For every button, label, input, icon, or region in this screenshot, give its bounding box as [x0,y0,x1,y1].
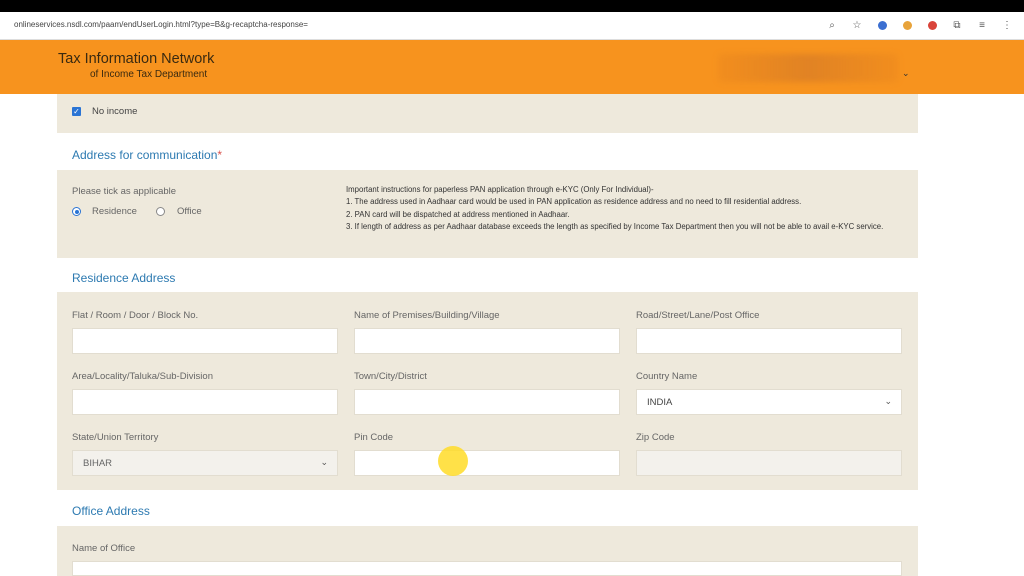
extension-icon[interactable] [900,18,914,32]
zip-label: Zip Code [636,432,675,443]
road-input[interactable] [636,328,902,354]
site-header: Tax Information Network of Income Tax De… [0,40,1024,94]
area-input[interactable] [72,389,338,415]
country-label: Country Name [636,371,698,382]
pin-label: Pin Code [354,432,394,443]
browser-toolbar-icons: ⌕ ☆ ⧉ ≡ ⋮ [825,18,1014,32]
instruction-line: 2. PAN card will be dispatched at addres… [346,209,570,219]
residence-radio[interactable] [72,207,81,216]
flat-input[interactable] [72,328,338,354]
ekyc-instructions: Important instructions for paperless PAN… [346,184,906,234]
town-input[interactable] [354,389,620,415]
state-select[interactable]: BIHAR ⌄ [72,450,338,476]
country-select[interactable]: INDIA ⌄ [636,389,902,415]
screen-top-bar [0,0,1024,12]
chevron-down-icon: ⌄ [320,457,328,467]
residence-radio-label: Residence [92,206,137,217]
office-radio[interactable] [156,207,165,216]
office-name-label: Name of Office [72,543,136,554]
extension-icon[interactable] [875,18,889,32]
extensions-puzzle-icon[interactable]: ⧉ [950,18,964,32]
address-bar[interactable]: onlineservices.nsdl.com/paam/endUserLogi… [14,20,308,29]
cursor-highlight [438,446,468,476]
brand-title: Tax Information Network [58,51,215,67]
extension-icon[interactable] [925,18,939,32]
premises-input[interactable] [354,328,620,354]
communication-section-title: Address for communication* [72,148,223,162]
residence-section-title: Residence Address [72,271,176,285]
profile-icon[interactable]: ≡ [975,18,989,32]
no-income-checkbox[interactable]: ✓ [72,107,81,116]
browser-toolbar: onlineservices.nsdl.com/paam/endUserLogi… [0,12,1024,40]
zoom-icon[interactable]: ⌕ [825,18,839,32]
user-menu-blurred[interactable] [718,54,898,82]
town-label: Town/City/District [354,371,427,382]
no-income-label: No income [92,106,138,117]
flat-label: Flat / Room / Door / Block No. [72,310,199,321]
area-label: Area/Locality/Taluka/Sub-Division [72,371,213,382]
office-radio-label: Office [177,206,202,217]
instruction-line: 1. The address used in Aadhaar card woul… [346,197,802,207]
zip-input[interactable] [636,450,902,476]
star-icon[interactable]: ☆ [850,18,864,32]
chevron-down-icon[interactable]: ⌄ [902,68,910,79]
road-label: Road/Street/Lane/Post Office [636,310,760,321]
premises-label: Name of Premises/Building/Village [354,310,500,321]
income-panel [57,94,918,133]
brand-subtitle: of Income Tax Department [90,69,208,80]
state-label: State/Union Territory [72,432,159,443]
office-name-input[interactable] [72,561,902,576]
pin-input[interactable] [354,450,620,476]
instruction-line: 3. If length of address as per Aadhaar d… [346,222,884,232]
tick-applicable-label: Please tick as applicable [72,186,177,197]
instruction-line: Important instructions for paperless PAN… [346,185,654,194]
menu-icon[interactable]: ⋮ [1000,18,1014,32]
chevron-down-icon: ⌄ [884,396,892,406]
office-section-title: Office Address [72,504,150,518]
